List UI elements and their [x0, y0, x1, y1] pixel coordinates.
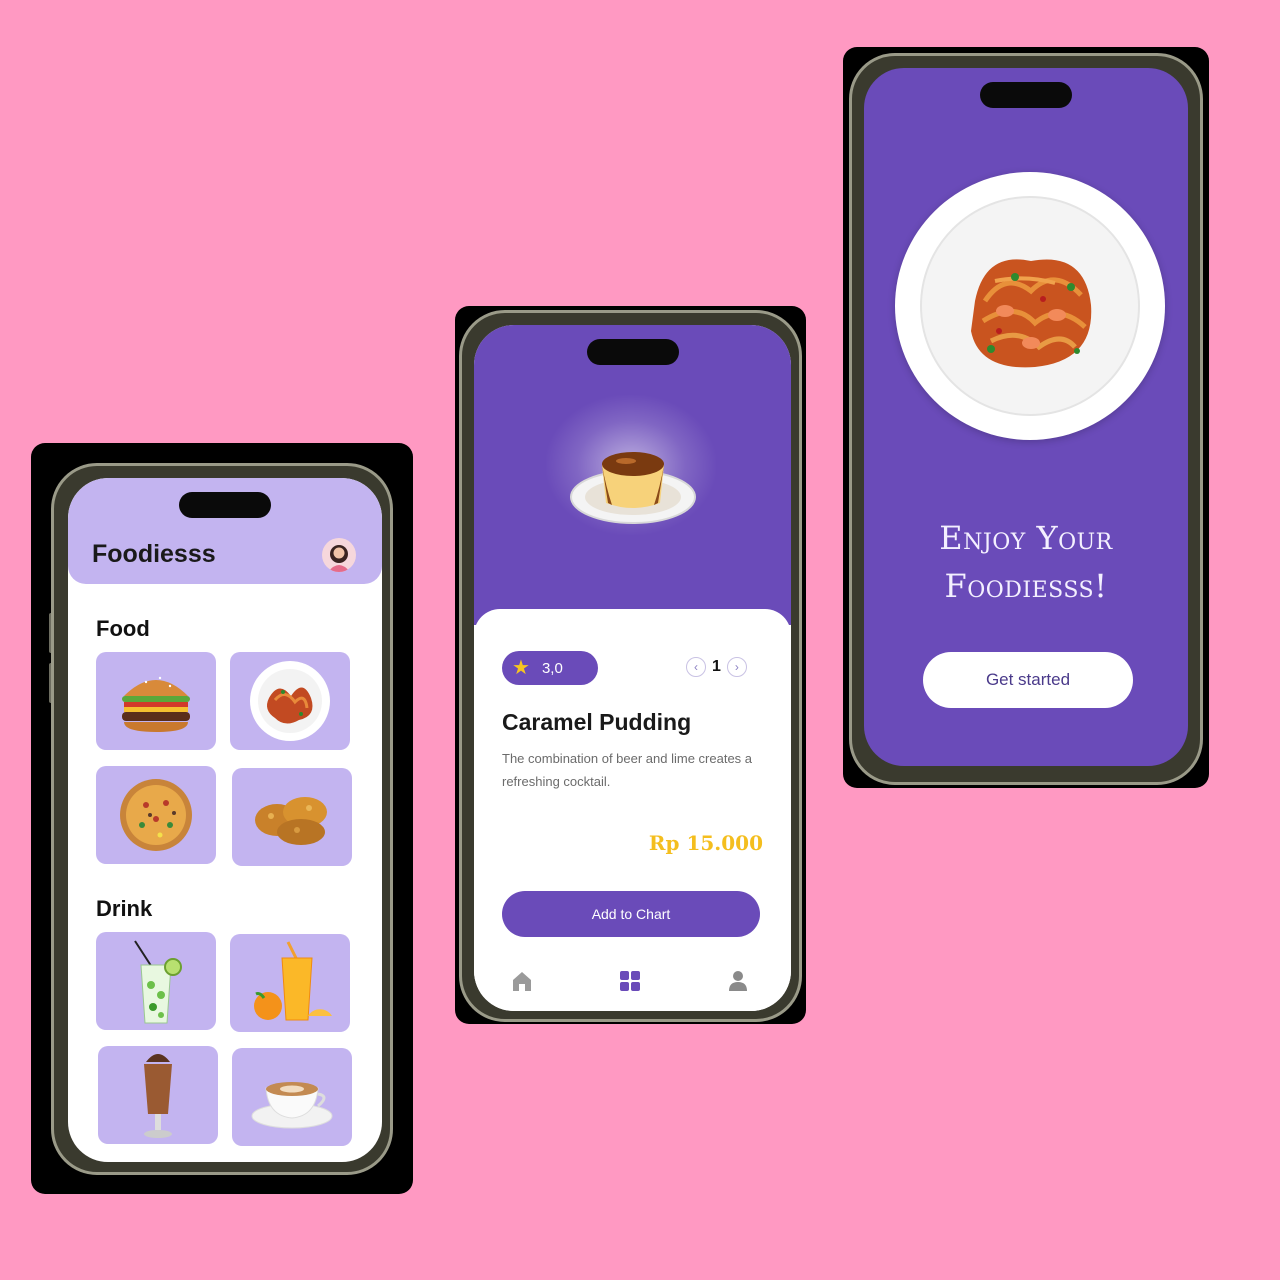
increment-button[interactable]: › — [726, 657, 747, 677]
drink-tile-milkshake[interactable] — [98, 1046, 218, 1144]
product-hero — [474, 325, 791, 625]
phone-bezel: Foodiesss Food Drink — [51, 463, 393, 1175]
add-to-cart-button[interactable]: Add to Chart — [502, 891, 760, 937]
phone-welcome-screen: Enjoy Your Foodiesss! Get started — [843, 47, 1209, 788]
detail-screen: ★ 3,0 ‹ 1 › Caramel Pudding The combinat… — [474, 325, 791, 1011]
product-description: The combination of beer and lime creates… — [502, 751, 753, 789]
spaghetti-image — [971, 259, 1092, 368]
milkshake-image — [144, 1054, 172, 1138]
phone-bezel: ★ 3,0 ‹ 1 › Caramel Pudding The combinat… — [459, 310, 802, 1022]
phone-bezel: Enjoy Your Foodiesss! Get started — [849, 53, 1203, 785]
pizza-image — [120, 779, 192, 851]
dynamic-island — [586, 339, 679, 365]
orange-juice-image — [254, 941, 332, 1021]
plate-inner — [920, 196, 1140, 416]
spaghetti-plate-image — [895, 172, 1165, 440]
caramel-pudding-image — [570, 452, 696, 524]
home-icon[interactable] — [510, 969, 534, 998]
grid-icon[interactable] — [618, 969, 642, 998]
rating-value: 3,0 — [541, 659, 563, 677]
product-name: Caramel Pudding — [502, 709, 692, 735]
spaghetti-image — [250, 661, 330, 741]
star-icon: ★ — [512, 657, 530, 679]
dynamic-island — [179, 492, 271, 518]
product-price: Rp 15.000 — [648, 831, 763, 855]
welcome-headline: Enjoy Your Foodiesss! — [864, 514, 1188, 610]
drink-tile-orange-juice[interactable] — [230, 934, 350, 1032]
quantity-stepper: ‹ 1 › — [686, 657, 747, 677]
burger-image — [122, 676, 190, 732]
drink-section-label: Drink — [96, 896, 153, 921]
welcome-screen: Enjoy Your Foodiesss! Get started — [864, 68, 1188, 766]
phone-home-screen: Foodiesss Food Drink — [31, 443, 413, 1194]
get-started-button[interactable]: Get started — [923, 652, 1133, 708]
quantity-value: 1 — [712, 658, 721, 675]
mojito-image — [134, 940, 182, 1024]
food-tile-spaghetti[interactable] — [230, 652, 350, 750]
rating-badge: ★ 3,0 — [502, 651, 598, 685]
app-title: Foodiesss — [92, 540, 216, 568]
coffee-image — [251, 1082, 333, 1129]
food-tile-pizza[interactable] — [96, 766, 216, 864]
avatar[interactable] — [322, 538, 356, 572]
food-section-label: Food — [96, 616, 150, 641]
headline-line-2: Foodiesss! — [944, 567, 1108, 605]
user-icon[interactable] — [726, 969, 750, 998]
food-tile-fried-chicken[interactable] — [232, 768, 352, 866]
dynamic-island — [980, 82, 1072, 108]
phone-detail-screen: ★ 3,0 ‹ 1 › Caramel Pudding The combinat… — [455, 306, 806, 1024]
fried-chicken-image — [255, 797, 327, 845]
bottom-navigation — [474, 969, 791, 1009]
product-card: ★ 3,0 ‹ 1 › Caramel Pudding The combinat… — [474, 609, 791, 1011]
drink-tile-mojito[interactable] — [96, 932, 216, 1030]
headline-line-1: Enjoy Your — [939, 519, 1113, 557]
decrement-button[interactable]: ‹ — [686, 657, 706, 677]
drink-tile-coffee[interactable] — [232, 1048, 352, 1146]
food-tile-burger[interactable] — [96, 652, 216, 750]
home-screen: Foodiesss Food Drink — [68, 478, 382, 1162]
